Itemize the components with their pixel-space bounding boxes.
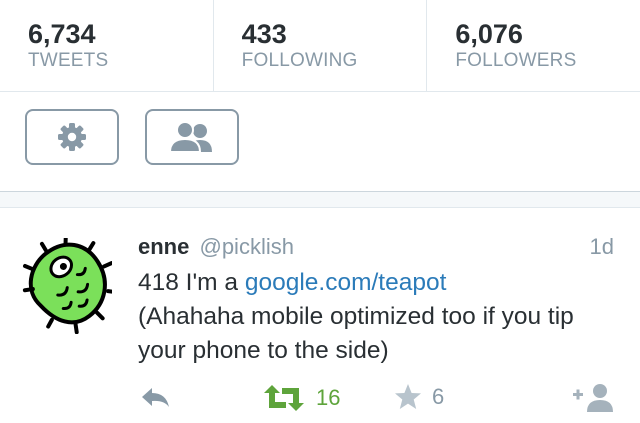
tweet-header: enne @picklish (138, 234, 294, 260)
profile-actions-bar (0, 92, 640, 192)
stat-followers[interactable]: 6,076 FOLLOWERS (427, 0, 640, 91)
following-count: 433 (241, 19, 287, 49)
pickle-avatar-icon (22, 233, 119, 335)
following-label: FOLLOWING (241, 50, 358, 71)
retweet-icon (264, 385, 304, 411)
people-icon (168, 121, 212, 153)
author-handle[interactable]: @picklish (199, 234, 293, 259)
tweets-label: TWEETS (28, 50, 109, 71)
followers-count: 6,076 (455, 19, 523, 49)
author-name[interactable]: enne (138, 234, 189, 259)
avatar[interactable] (20, 233, 119, 335)
people-button[interactable] (145, 109, 239, 165)
retweet-button[interactable]: 16 (264, 384, 340, 412)
settings-button[interactable] (25, 109, 119, 165)
tweet-actions: 16 6 (0, 380, 640, 416)
tweet-text: 418 I'm a google.com/teapot (Ahahaha mob… (138, 266, 618, 368)
follow-button[interactable] (573, 382, 617, 417)
reply-icon (142, 388, 169, 407)
tweet-link[interactable]: google.com/teapot (245, 269, 447, 296)
gear-icon (58, 123, 86, 151)
tweet[interactable]: enne @picklish 1d 418 I'm a google.com/t… (0, 208, 640, 423)
star-icon (395, 384, 421, 409)
tweet-timestamp: 1d (589, 234, 614, 259)
tweet-text-suffix: (Ahahaha mobile optimized too if you tip… (138, 303, 574, 364)
add-user-icon (573, 384, 613, 412)
retweet-count: 16 (316, 385, 341, 410)
section-divider (0, 192, 640, 208)
favorite-count: 6 (432, 384, 445, 409)
stat-tweets[interactable]: 6,734 TWEETS (0, 0, 214, 91)
reply-button[interactable] (140, 386, 172, 415)
tweets-count: 6,734 (28, 19, 96, 49)
followers-label: FOLLOWERS (455, 50, 577, 71)
profile-stats-bar: 6,734 TWEETS 433 FOLLOWING 6,076 FOLLOWE… (0, 0, 640, 92)
favorite-button[interactable]: 6 (394, 383, 444, 411)
stat-following[interactable]: 433 FOLLOWING (214, 0, 428, 91)
tweet-text-prefix: 418 I'm a (138, 269, 245, 296)
